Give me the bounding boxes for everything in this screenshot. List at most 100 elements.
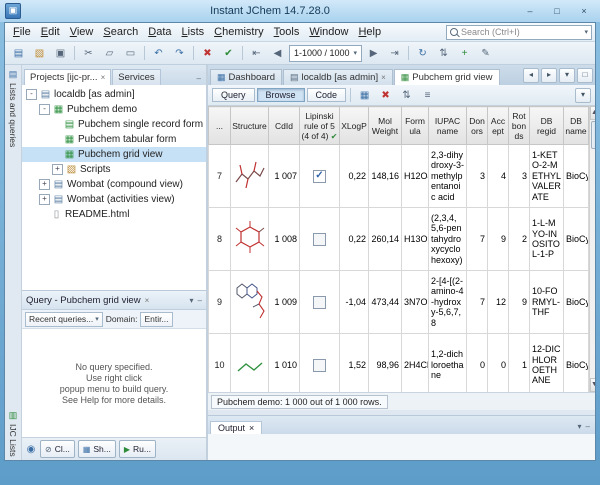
add-record-button[interactable]: + [455, 44, 474, 63]
scroll-down-icon[interactable]: ▼ [590, 378, 595, 392]
vertical-scrollbar[interactable]: ▲ ▼ [589, 106, 595, 392]
record-range-field[interactable]: 1-1000 / 1000 ▾ [289, 45, 362, 62]
view-tab-browse[interactable]: Browse [257, 88, 305, 102]
db-name-cell[interactable]: BioCyc [564, 208, 589, 271]
xlogp-cell[interactable]: 1,52 [340, 334, 369, 393]
close-button[interactable]: × [573, 3, 595, 20]
iupac-name-cell[interactable]: 2-[4-[(2-amino-4-hydroxy-5,6,7,8 [429, 271, 467, 334]
expand-toggle-icon[interactable]: + [52, 164, 63, 175]
menu-lists[interactable]: Lists [177, 25, 210, 39]
next-record-button[interactable]: ▶ [364, 44, 383, 63]
paste-button[interactable]: ▭ [121, 44, 140, 63]
panel-menu-icon[interactable]: ▾ [190, 296, 194, 305]
tree-item-wombat-activities-view[interactable]: + ▤ Wombat (activities view) [22, 192, 206, 207]
recent-queries-dropdown[interactable]: Recent queries... ▾ [25, 312, 103, 327]
mol-weight-cell[interactable]: 98,96 [369, 334, 402, 393]
column-header-acceptors[interactable]: Accept [488, 107, 509, 145]
tab-output[interactable]: Output × [210, 421, 262, 434]
iupac-name-cell[interactable]: 1,2-dichloroethane [429, 334, 467, 393]
iupac-name-cell[interactable]: 2,3-dihydroxy-3-methylpentanoic acid [429, 145, 467, 208]
view-tab-code[interactable]: Code [307, 88, 347, 102]
rot-bonds-cell[interactable]: 2 [509, 208, 530, 271]
panel-minimize-icon[interactable]: – [194, 74, 204, 85]
lipinski-checkbox[interactable] [313, 296, 326, 309]
tab-dashboard[interactable]: ▦ Dashboard [210, 69, 282, 85]
panel-minimize-icon[interactable]: – [198, 296, 202, 305]
scroll-up-icon[interactable]: ▲ [590, 106, 595, 120]
close-icon[interactable]: × [145, 296, 150, 305]
tab-pubchem-grid-view[interactable]: ▦ Pubchem grid view [394, 69, 500, 85]
first-record-button[interactable]: ⇤ [247, 44, 266, 63]
db-regid-cell[interactable]: 1-L-MYO-INOSITOL-1-P [530, 208, 564, 271]
menu-window[interactable]: Window [304, 25, 353, 39]
refresh-button[interactable]: ↻ [413, 44, 432, 63]
lipinski-checkbox[interactable] [313, 170, 326, 183]
close-icon[interactable]: × [101, 73, 106, 82]
copy-button[interactable]: ▱ [100, 44, 119, 63]
column-header-db-name[interactable]: DB name [564, 107, 589, 145]
column-header-iupac-name[interactable]: IUPAC name [429, 107, 467, 145]
column-header-lipinski[interactable]: Lipinski rule of 5 (4 of 4) ✔ [300, 107, 340, 145]
ijc-lists-dock-tab[interactable]: IJC Lists [8, 424, 18, 457]
row-number[interactable]: 8 [209, 208, 231, 271]
lipinski-cell[interactable] [300, 271, 340, 334]
query-panel-header[interactable]: Query - Pubchem grid view × ▾ – [22, 291, 206, 310]
donors-cell[interactable]: 7 [467, 271, 488, 334]
db-name-cell[interactable]: BioCyc [564, 334, 589, 393]
column-header-donors[interactable]: Donors [467, 107, 488, 145]
save-button[interactable]: ▣ [51, 44, 70, 63]
menu-chemistry[interactable]: Chemistry [209, 25, 269, 39]
run-query-button[interactable]: ▶ Ru... [119, 440, 156, 458]
cdid-cell[interactable]: 1 010 [269, 334, 300, 393]
structure-cell[interactable] [231, 145, 269, 208]
tab-scroll-right-button[interactable]: ▸ [541, 68, 557, 83]
collapse-toggle-icon[interactable]: - [26, 89, 37, 100]
expand-toggle-icon[interactable]: + [39, 194, 50, 205]
acceptors-cell[interactable]: 9 [488, 208, 509, 271]
row-number[interactable]: 7 [209, 145, 231, 208]
formula-cell[interactable]: H13O9P [402, 208, 429, 271]
tree-item-readme[interactable]: ▯ README.html [22, 207, 206, 222]
minimize-button[interactable]: – [519, 3, 541, 20]
tree-item-pubchem-demo[interactable]: - ▦ Pubchem demo [22, 102, 206, 117]
iupac-name-cell[interactable]: (2,3,4,5,6-pentahydroxycyclohexoxy) [429, 208, 467, 271]
scrollbar-thumb[interactable] [591, 121, 595, 149]
new-form-button[interactable]: ▤ [9, 44, 28, 63]
column-header-rownum[interactable]: ... [209, 107, 231, 145]
tree-item-scripts[interactable]: + ▧ Scripts [22, 162, 206, 177]
row-number[interactable]: 9 [209, 271, 231, 334]
last-record-button[interactable]: ⇥ [385, 44, 404, 63]
rot-bonds-cell[interactable]: 9 [509, 271, 530, 334]
lipinski-checkbox[interactable] [313, 233, 326, 246]
rot-bonds-cell[interactable]: 3 [509, 145, 530, 208]
tree-item-wombat-compound-view[interactable]: + ▤ Wombat (compound view) [22, 177, 206, 192]
quick-search-input[interactable]: Search (Ctrl+I) ▾ [446, 25, 592, 40]
tab-localdb[interactable]: ▤ localdb [as admin] × [283, 69, 393, 85]
column-header-mol-weight[interactable]: Mol Weight [369, 107, 402, 145]
xlogp-cell[interactable]: 0,22 [340, 208, 369, 271]
lipinski-cell[interactable] [300, 334, 340, 393]
edit-button[interactable]: ✎ [476, 44, 495, 63]
menu-file[interactable]: File [8, 25, 36, 39]
tab-services[interactable]: Services [112, 69, 160, 85]
column-header-cdid[interactable]: CdId [269, 107, 300, 145]
open-project-button[interactable]: ▧ [30, 44, 49, 63]
mol-weight-cell[interactable]: 473,44 [369, 271, 402, 334]
tab-list-button[interactable]: ▾ [559, 68, 575, 83]
show-query-button[interactable]: ▦ Sh... [78, 440, 116, 458]
tree-item-pubchem-tabular-form[interactable]: ▦ Pubchem tabular form [22, 132, 206, 147]
domain-dropdown[interactable]: Entir... [140, 312, 172, 327]
clear-query-button[interactable]: ⊘ Cl... [40, 440, 75, 458]
db-name-cell[interactable]: BioCyc [564, 271, 589, 334]
mol-weight-cell[interactable]: 260,14 [369, 208, 402, 271]
cdid-cell[interactable]: 1 007 [269, 145, 300, 208]
collapse-toggle-icon[interactable]: - [39, 104, 50, 115]
db-regid-cell[interactable]: 10-FORMYL-THF [530, 271, 564, 334]
lists-and-queries-dock-tab[interactable]: Lists and queries [8, 83, 18, 147]
delete-row-button[interactable]: ✖ [376, 86, 395, 105]
column-header-db-regid[interactable]: DB regid [530, 107, 564, 145]
expand-toggle-icon[interactable]: + [39, 179, 50, 190]
column-header-xlogp[interactable]: XLogP [340, 107, 369, 145]
tab-scroll-left-button[interactable]: ◂ [523, 68, 539, 83]
commit-button[interactable]: ✔ [219, 44, 238, 63]
